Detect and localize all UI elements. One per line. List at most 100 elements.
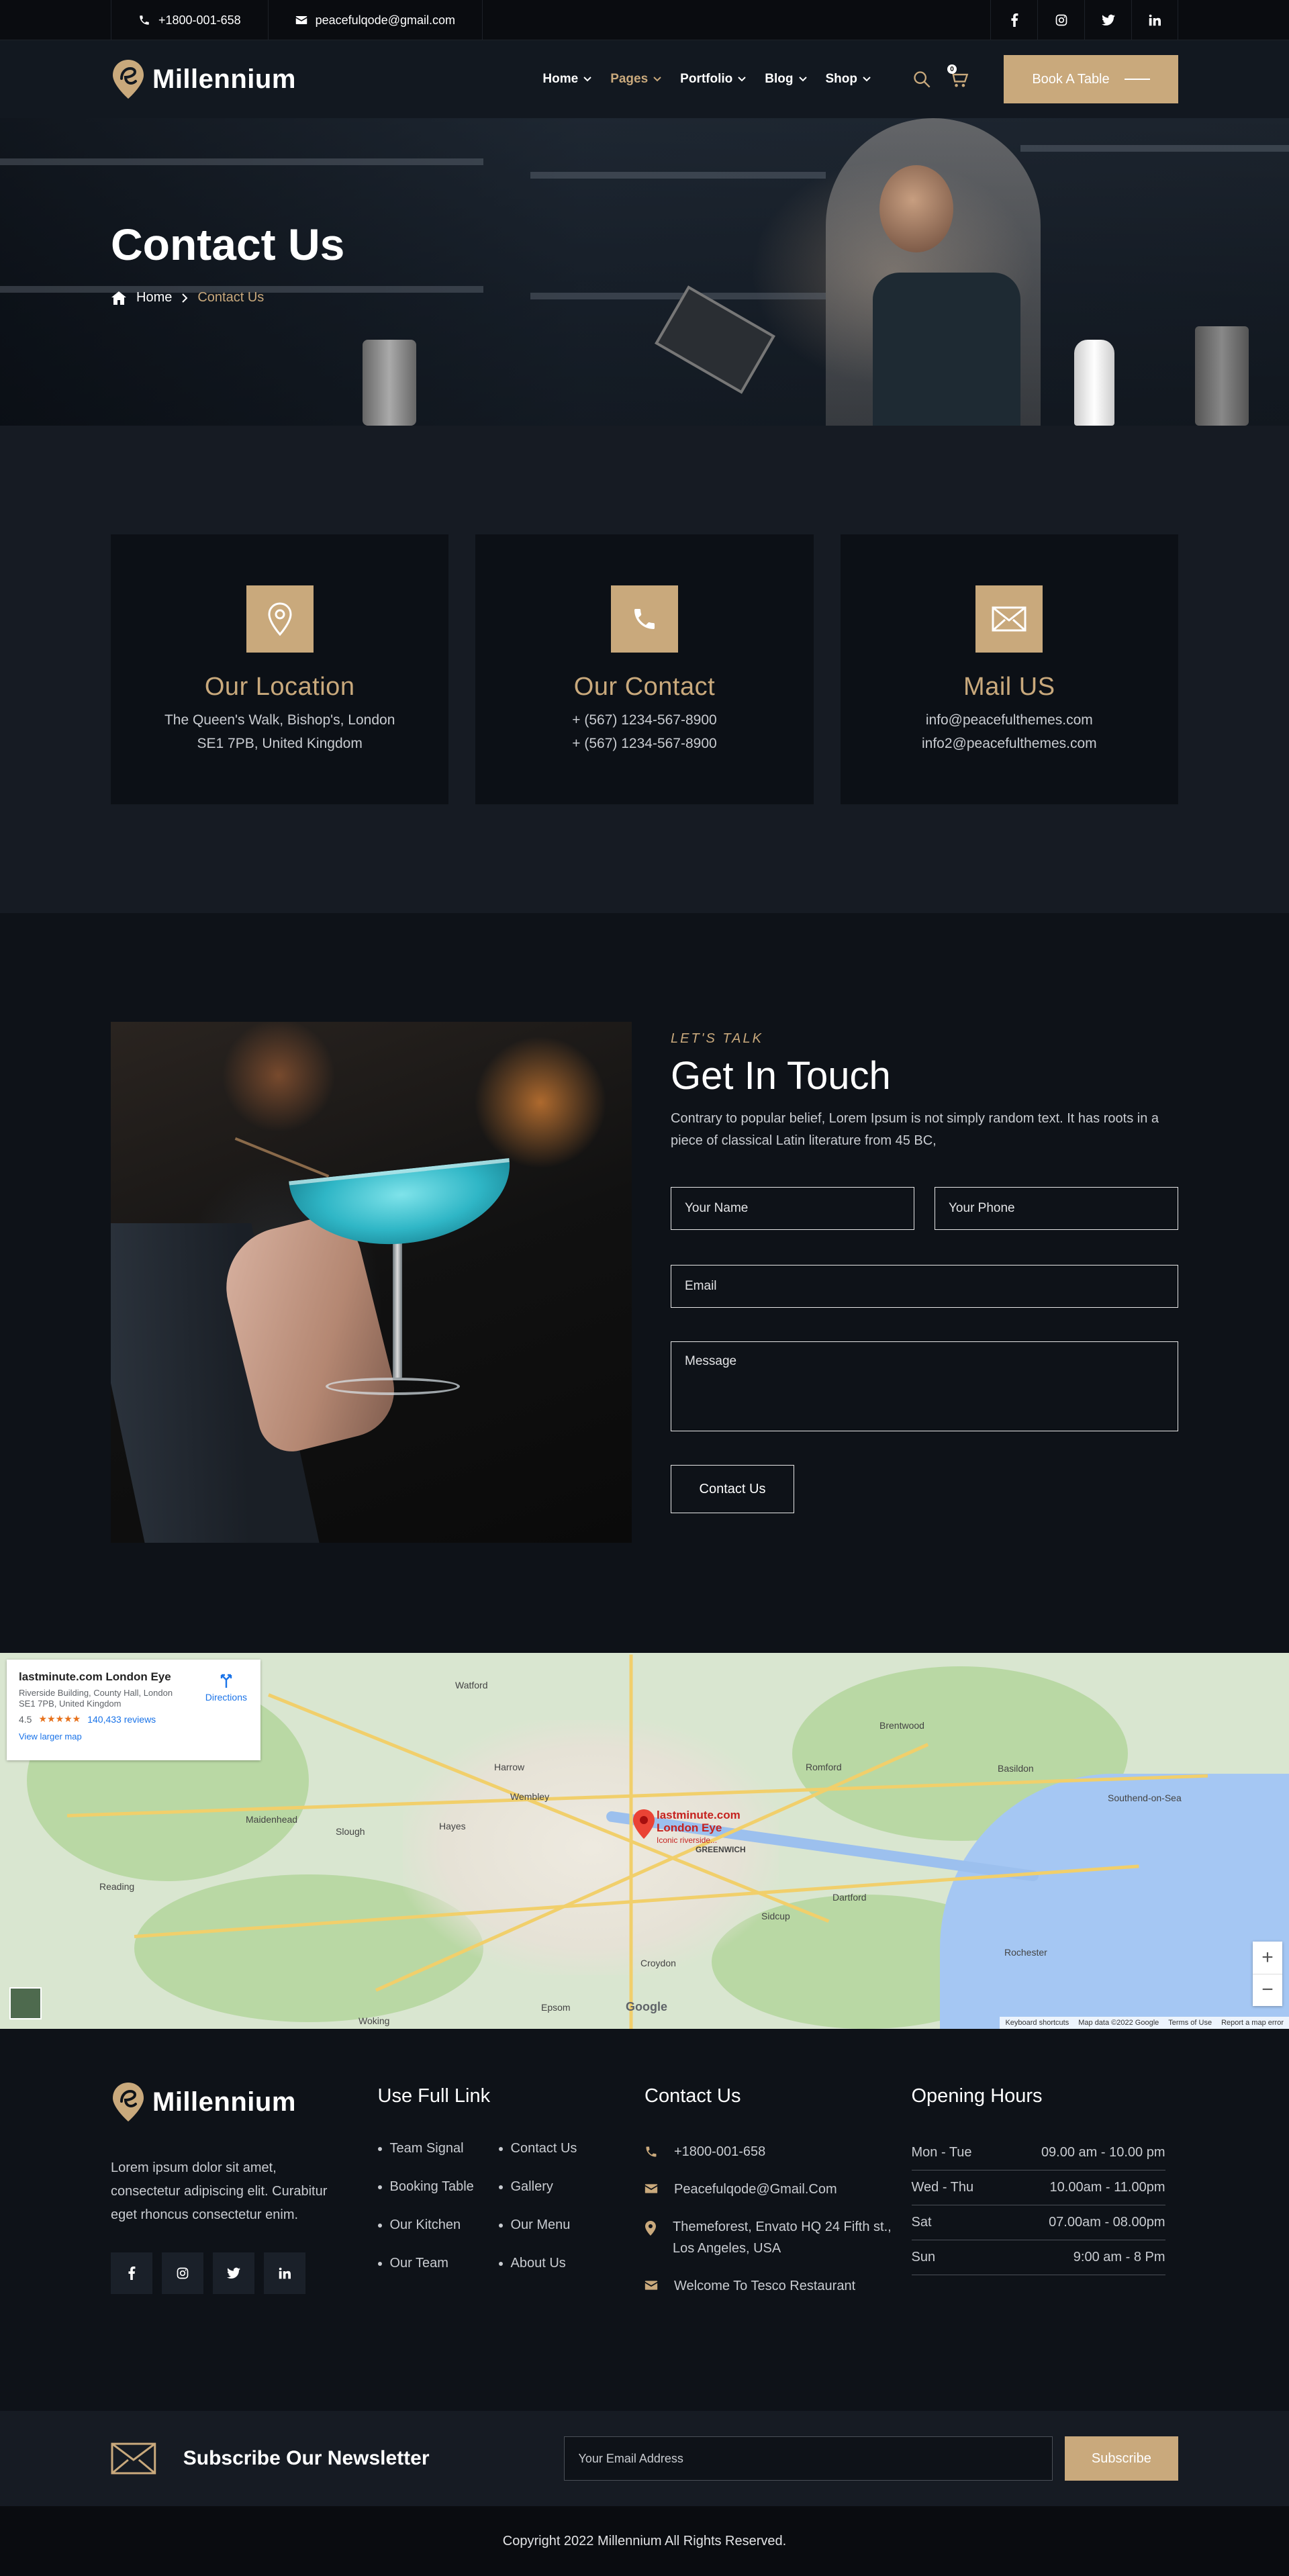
map-satellite-toggle[interactable] <box>9 1987 42 2019</box>
cart-count-badge: 0 <box>947 64 957 74</box>
menu-item-blog[interactable]: Blog <box>765 72 807 87</box>
main-navigation: Millennium Home Pages Portfolio Blog Sho… <box>0 40 1289 118</box>
chevron-down-icon <box>653 77 661 82</box>
card-line: The Queen's Walk, Bishop's, London <box>164 712 395 728</box>
phone-field[interactable]: Your Phone <box>935 1187 1178 1230</box>
map-pin-label-line: lastminute.com <box>657 1809 741 1821</box>
google-logo: Google <box>626 2000 667 2013</box>
cart-icon[interactable]: 0 <box>947 64 969 89</box>
brand-logo[interactable]: Millennium <box>111 58 296 100</box>
menu-label: Blog <box>765 72 794 86</box>
keyboard-shortcuts-link[interactable]: Keyboard shortcuts <box>1005 2019 1069 2027</box>
page-hero: Contact Us Home Contact Us <box>0 118 1289 426</box>
directions-button[interactable]: Directions <box>205 1673 247 1703</box>
menu-item-home[interactable]: Home <box>542 72 591 87</box>
map-pin-label: lastminute.com London Eye Iconic riversi… <box>657 1809 741 1847</box>
map-pin-sub: Iconic riverside... <box>657 1835 718 1845</box>
hours-row: Mon - Tue 09.00 am - 10.00 pm <box>911 2145 1165 2170</box>
footer-link[interactable]: Our Kitchen <box>378 2217 499 2233</box>
map-road <box>629 1654 633 2029</box>
footer-hours-title: Opening Hours <box>911 2085 1043 2107</box>
breadcrumb-home[interactable]: Home <box>136 290 172 305</box>
footer-welcome-text: Welcome To Tesco Restaurant <box>674 2279 856 2293</box>
map-place-label: Wembley <box>510 1791 550 1802</box>
footer-phone[interactable]: +1800-001-658 <box>644 2141 912 2162</box>
zoom-in-button[interactable]: + <box>1253 1942 1282 1974</box>
location-card: Our Location The Queen's Walk, Bishop's,… <box>111 534 449 804</box>
section-kicker: LET'S TALK <box>671 1031 763 1046</box>
map-place-label: Basildon <box>998 1763 1034 1774</box>
card-title: Mail US <box>963 673 1055 701</box>
zoom-out-button[interactable]: − <box>1253 1974 1282 2007</box>
phone-icon <box>610 585 678 653</box>
envelope-icon <box>644 2184 658 2193</box>
facebook-icon[interactable] <box>111 2252 152 2294</box>
location-pin-icon <box>246 585 314 653</box>
card-line[interactable]: info2@peacefulthemes.com <box>922 736 1097 751</box>
mail-card: Mail US info@peacefulthemes.com info2@pea… <box>840 534 1178 804</box>
card-text: + (567) 1234-567-8900 + (567) 1234-567-89… <box>572 708 716 755</box>
footer-logo[interactable]: Millennium <box>111 2081 378 2123</box>
footer-link[interactable]: Gallery <box>499 2179 620 2195</box>
topbar-email-text: peacefulqode@gmail.com <box>315 13 455 27</box>
contact-submit-button[interactable]: Contact Us <box>671 1465 794 1513</box>
card-line[interactable]: info@peacefulthemes.com <box>926 712 1093 728</box>
hours-row: Sat 07.00am - 08.00pm <box>911 2215 1165 2240</box>
contact-info-section: Our Location The Queen's Walk, Bishop's,… <box>0 426 1289 913</box>
footer-links: Use Full Link Team Signal Contact Us Boo… <box>378 2081 645 2297</box>
card-line[interactable]: + (567) 1234-567-8900 <box>572 712 716 728</box>
map-place-label: Dartford <box>832 1892 867 1903</box>
hours-row: Sun 9:00 am - 8 Pm <box>911 2250 1165 2275</box>
footer-contact: Contact Us +1800-001-658 Peacefulqode@Gm… <box>644 2081 912 2297</box>
footer-link[interactable]: Team Signal <box>378 2141 499 2156</box>
menu-item-pages[interactable]: Pages <box>610 72 661 87</box>
topbar-phone[interactable]: +1800-001-658 <box>111 0 268 40</box>
message-field[interactable]: Message <box>671 1341 1178 1431</box>
map-info-card: lastminute.com London Eye Riverside Buil… <box>7 1660 260 1760</box>
footer-email[interactable]: Peacefulqode@Gmail.Com <box>644 2179 912 2200</box>
map-reviews-link[interactable]: 140,433 reviews <box>87 1714 156 1725</box>
twitter-icon[interactable] <box>1084 0 1131 40</box>
linkedin-icon[interactable] <box>1131 0 1178 40</box>
hours-row: Wed - Thu 10.00am - 11.00pm <box>911 2180 1165 2205</box>
footer-link[interactable]: Booking Table <box>378 2179 499 2195</box>
photo-glass-foot <box>326 1378 460 1395</box>
terms-link[interactable]: Terms of Use <box>1168 2019 1212 2027</box>
instagram-icon[interactable] <box>1037 0 1084 40</box>
newsletter-title: Subscribe Our Newsletter <box>183 2447 430 2469</box>
footer-about-text: Lorem ipsum dolor sit amet, consectetur … <box>111 2160 328 2222</box>
breadcrumb-current: Contact Us <box>197 290 265 305</box>
footer-link[interactable]: Our Menu <box>499 2217 620 2233</box>
hero-bottle <box>1074 340 1114 426</box>
subscribe-button[interactable]: Subscribe <box>1064 2436 1179 2481</box>
footer-link[interactable]: About Us <box>499 2256 620 2271</box>
menu-item-shop[interactable]: Shop <box>826 72 871 87</box>
report-error-link[interactable]: Report a map error <box>1221 2019 1284 2027</box>
hours-day: Mon - Tue <box>911 2145 972 2160</box>
menu-item-portfolio[interactable]: Portfolio <box>680 72 746 87</box>
envelope-icon <box>295 16 307 24</box>
phone-icon <box>140 15 149 25</box>
map-place-label: Epsom <box>541 2002 571 2013</box>
hours-time: 10.00am - 11.00pm <box>1049 2180 1165 2195</box>
footer-link[interactable]: Our Team <box>378 2256 499 2271</box>
footer-social <box>111 2252 378 2294</box>
footer-brand-name: Millennium <box>152 2087 296 2117</box>
footer-link[interactable]: Contact Us <box>499 2141 620 2156</box>
search-icon[interactable] <box>912 70 931 89</box>
email-field[interactable]: Email <box>671 1265 1178 1308</box>
site-footer: Millennium Lorem ipsum dolor sit amet, c… <box>0 2029 1289 2411</box>
google-map[interactable]: Watford Harrow Wembley Slough Hayes Romf… <box>0 1653 1289 2029</box>
view-larger-map-link[interactable]: View larger map <box>19 1731 248 1742</box>
card-line[interactable]: + (567) 1234-567-8900 <box>572 736 716 751</box>
instagram-icon[interactable] <box>162 2252 203 2294</box>
twitter-icon[interactable] <box>213 2252 254 2294</box>
linkedin-icon[interactable] <box>264 2252 305 2294</box>
facebook-icon[interactable] <box>990 0 1037 40</box>
chevron-down-icon <box>583 77 591 82</box>
newsletter-email-input[interactable]: Your Email Address <box>564 2436 1053 2481</box>
name-field[interactable]: Your Name <box>671 1187 914 1230</box>
map-pin-icon[interactable] <box>632 1809 655 1840</box>
topbar-email[interactable]: peacefulqode@gmail.com <box>267 0 483 40</box>
book-table-button[interactable]: Book A Table <box>1004 55 1178 103</box>
